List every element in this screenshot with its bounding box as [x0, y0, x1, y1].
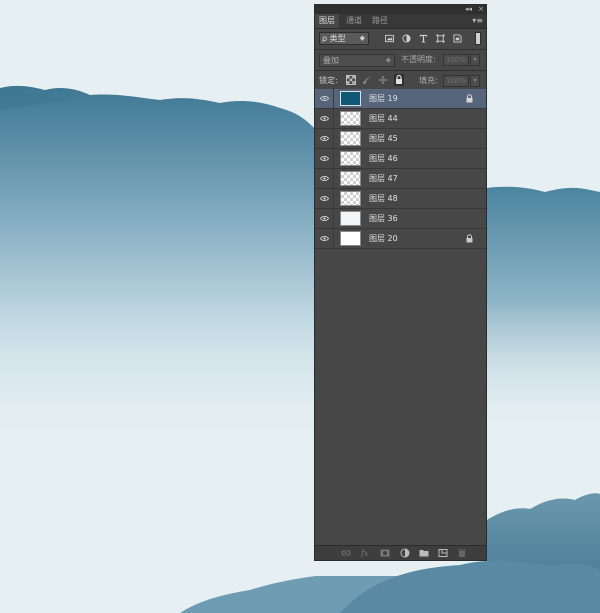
divider [333, 149, 334, 168]
visibility-eye-icon[interactable] [320, 235, 329, 242]
fx-icon[interactable]: fx [361, 548, 371, 558]
divider [333, 89, 334, 108]
chevron-down-icon: ◆ [385, 56, 391, 64]
visibility-eye-icon[interactable] [320, 115, 329, 122]
layer-thumbnail [340, 211, 361, 226]
lock-label: 锁定: [319, 76, 338, 85]
layer-thumbnail [340, 191, 361, 206]
layer-row[interactable]: 图层 44 [315, 109, 486, 129]
opacity-input[interactable]: 100% [443, 54, 469, 66]
panel-tabs: 图层 通道 路径 ▾≡ [315, 14, 486, 29]
filter-kind-label: ρ 类型 [322, 34, 346, 43]
delete-icon[interactable] [457, 548, 467, 558]
layer-thumbnail [340, 171, 361, 186]
filter-type-icon[interactable] [419, 34, 428, 43]
visibility-eye-icon[interactable] [320, 155, 329, 162]
filter-pixel-icon[interactable] [385, 34, 394, 43]
layers-panel: ◂◂ × 图层 通道 路径 ▾≡ ρ 类型 ◆ 叠加 ◆ 不透明度: 100% … [314, 4, 487, 561]
filter-smartobject-icon[interactable] [453, 34, 462, 43]
layer-row[interactable]: 图层 36 [315, 209, 486, 229]
fill-dropdown-icon[interactable]: ▾ [470, 75, 480, 87]
opacity-label: 不透明度: [401, 55, 436, 64]
new-group-icon[interactable] [419, 548, 429, 558]
visibility-eye-icon[interactable] [320, 175, 329, 182]
visibility-eye-icon[interactable] [320, 195, 329, 202]
layer-thumbnail [340, 151, 361, 166]
layer-row[interactable]: 图层 48 [315, 189, 486, 209]
layer-name: 图层 19 [369, 94, 398, 103]
tab-paths[interactable]: 路径 [368, 14, 392, 28]
tab-channels[interactable]: 通道 [342, 14, 366, 28]
layer-row[interactable]: 图层 19 [315, 89, 486, 109]
add-mask-icon[interactable] [380, 548, 390, 558]
layer-name: 图层 45 [369, 134, 398, 143]
panel-menu-icon[interactable]: ▾≡ [472, 16, 483, 25]
visibility-eye-icon[interactable] [320, 135, 329, 142]
layer-row[interactable]: 图层 47 [315, 169, 486, 189]
link-layers-icon[interactable] [341, 548, 351, 558]
visibility-eye-icon[interactable] [320, 215, 329, 222]
blend-mode-value: 叠加 [323, 56, 339, 65]
layer-row[interactable]: 图层 45 [315, 129, 486, 149]
panel-footer: fx [315, 545, 486, 560]
layer-row[interactable]: 图层 46 [315, 149, 486, 169]
filter-kind-select[interactable]: ρ 类型 ◆ [319, 32, 369, 45]
layer-row[interactable]: 图层 20 [315, 229, 486, 249]
lock-all-icon[interactable] [394, 74, 404, 86]
layer-name: 图层 36 [369, 214, 398, 223]
layer-thumbnail [340, 111, 361, 126]
filter-row: ρ 类型 ◆ [315, 29, 486, 49]
divider [333, 189, 334, 208]
filter-toggle-switch[interactable] [475, 32, 481, 45]
layer-thumbnail [340, 231, 361, 246]
lock-move-icon[interactable] [378, 75, 388, 85]
lock-brush-icon[interactable] [362, 75, 372, 85]
layer-name: 图层 20 [369, 234, 398, 243]
adjustment-layer-icon[interactable] [400, 548, 410, 558]
lock-row: 锁定: 填充: 100% ▾ [315, 71, 486, 91]
lock-icon [466, 234, 473, 243]
fill-label: 填充: [419, 76, 438, 85]
collapse-icon[interactable]: ◂◂ [465, 5, 472, 14]
close-icon[interactable]: × [478, 5, 484, 14]
layer-name: 图层 46 [369, 154, 398, 163]
opacity-dropdown-icon[interactable]: ▾ [470, 54, 480, 66]
divider [333, 229, 334, 248]
mountain-right [487, 186, 600, 440]
lock-transparency-icon[interactable] [346, 75, 356, 85]
layers-list: 图层 19 图层 44 图层 45 图层 46 图层 47 图层 48 图层 3… [315, 89, 486, 249]
chevron-down-icon: ◆ [359, 34, 365, 42]
divider [333, 169, 334, 188]
layer-name: 图层 48 [369, 194, 398, 203]
visibility-eye-icon[interactable] [320, 95, 329, 102]
blend-mode-select[interactable]: 叠加 ◆ [319, 54, 395, 67]
filter-adjustment-icon[interactable] [402, 34, 411, 43]
layer-name: 图层 47 [369, 174, 398, 183]
divider [333, 209, 334, 228]
mountain-left [0, 85, 316, 461]
tab-layers[interactable]: 图层 [315, 14, 339, 28]
layer-thumbnail [340, 131, 361, 146]
fill-input[interactable]: 100% [443, 75, 469, 87]
panel-titlebar: ◂◂ × [315, 5, 486, 14]
divider [333, 129, 334, 148]
svg-text:fx: fx [361, 549, 369, 558]
lock-icon [466, 94, 473, 103]
divider [333, 109, 334, 128]
blend-row: 叠加 ◆ 不透明度: 100% ▾ [315, 50, 486, 70]
layer-name: 图层 44 [369, 114, 398, 123]
layer-thumbnail [340, 91, 361, 106]
new-layer-icon[interactable] [438, 548, 448, 558]
filter-shape-icon[interactable] [436, 34, 445, 43]
canvas-background [0, 0, 600, 613]
